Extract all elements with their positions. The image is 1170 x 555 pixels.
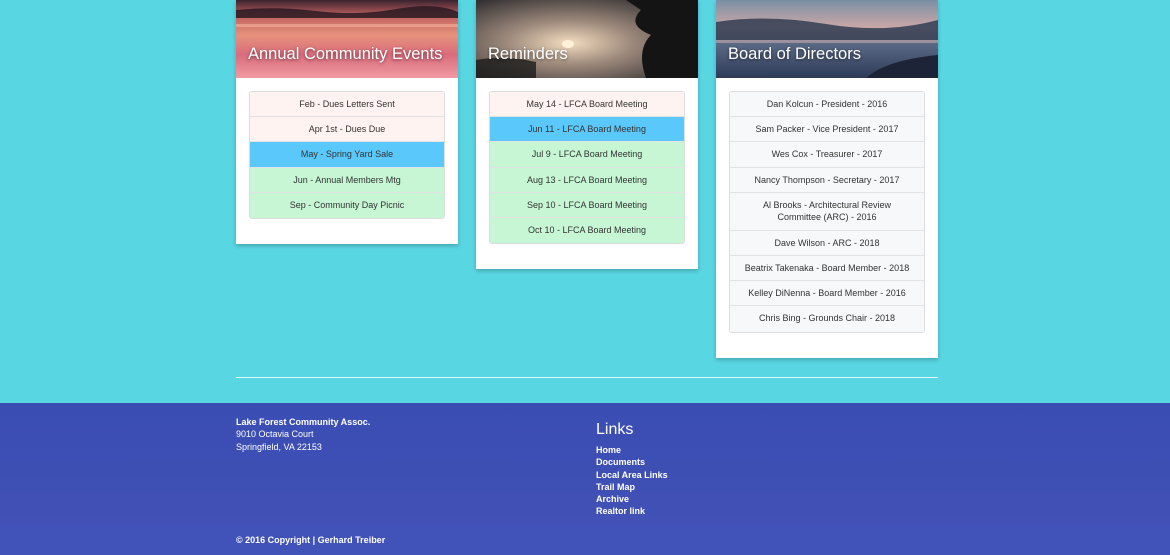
list-item: May 14 - LFCA Board Meeting [490, 92, 684, 118]
list-item: Sep - Community Day Picnic [250, 192, 444, 218]
footer-bottom-bar: © 2016 Copyright | Gerhard Treiber [0, 524, 1170, 555]
list-item: Aug 13 - LFCA Board Meeting [490, 167, 684, 193]
board-card: Board of Directors Dan Kolcun - Presiden… [716, 0, 938, 358]
list-item: Sep 10 - LFCA Board Meeting [490, 192, 684, 218]
sunset-image [236, 0, 458, 78]
link-home[interactable]: Home [596, 444, 668, 456]
reminders-card-body: May 14 - LFCA Board Meeting Jun 11 - LFC… [476, 78, 698, 269]
board-list: Dan Kolcun - President - 2016 Sam Packer… [729, 91, 925, 333]
events-card: Annual Community Events Feb - Dues Lette… [236, 0, 458, 244]
reminders-card-header: Reminders [476, 0, 698, 78]
foggy-trees-image [476, 0, 698, 78]
list-item: Al Brooks - Architectural Review Committ… [730, 192, 924, 231]
link-realtor[interactable]: Realtor link [596, 505, 668, 517]
list-item: Jul 9 - LFCA Board Meeting [490, 142, 684, 168]
link-documents[interactable]: Documents [596, 456, 668, 468]
events-list: Feb - Dues Letters Sent Apr 1st - Dues D… [249, 91, 445, 219]
address-line2: Springfield, VA 22153 [236, 441, 322, 452]
assoc-name: Lake Forest Community Assoc. [236, 417, 371, 427]
list-item: May - Spring Yard Sale [250, 142, 444, 168]
list-item: Beatrix Takenaka - Board Member - 2018 [730, 255, 924, 282]
list-item: Dave Wilson - ARC - 2018 [730, 230, 924, 256]
copyright-text: © 2016 Copyright | Gerhard Treiber [236, 535, 386, 545]
board-card-body: Dan Kolcun - President - 2016 Sam Packer… [716, 78, 938, 358]
cards-section: Annual Community Events Feb - Dues Lette… [0, 0, 1170, 403]
list-item: Dan Kolcun - President - 2016 [730, 92, 924, 118]
reminders-card: Reminders May 14 - LFCA Board Meeting Ju… [476, 0, 698, 270]
board-card-header: Board of Directors [716, 0, 938, 78]
list-item: Nancy Thompson - Secretary - 2017 [730, 167, 924, 193]
reminders-list: May 14 - LFCA Board Meeting Jun 11 - LFC… [489, 91, 685, 245]
list-item: Wes Cox - Treasurer - 2017 [730, 142, 924, 168]
list-item: Kelley DiNenna - Board Member - 2016 [730, 281, 924, 307]
board-card-title: Board of Directors [728, 45, 861, 63]
list-item: Feb - Dues Letters Sent [250, 92, 444, 118]
lake-image [716, 0, 938, 78]
address-line1: 9010 Octavia Court [236, 429, 314, 440]
section-divider [236, 377, 938, 378]
events-card-body: Feb - Dues Letters Sent Apr 1st - Dues D… [236, 78, 458, 244]
list-item: Chris Bing - Grounds Chair - 2018 [730, 306, 924, 332]
list-item: Jun 11 - LFCA Board Meeting [490, 117, 684, 143]
events-card-header: Annual Community Events [236, 0, 458, 78]
link-local-area-links[interactable]: Local Area Links [596, 469, 668, 481]
list-item: Sam Packer - Vice President - 2017 [730, 117, 924, 143]
links-title: Links [596, 421, 634, 438]
list-item: Jun - Annual Members Mtg [250, 167, 444, 193]
link-trail-map[interactable]: Trail Map [596, 481, 668, 493]
events-card-title: Annual Community Events [248, 45, 443, 63]
footer-links: Links Home Documents Local Area Links Tr… [596, 421, 668, 518]
footer: Lake Forest Community Assoc. 9010 Octavi… [0, 403, 1170, 555]
list-item: Oct 10 - LFCA Board Meeting [490, 217, 684, 244]
footer-address: Lake Forest Community Assoc. 9010 Octavi… [236, 416, 370, 453]
list-item: Apr 1st - Dues Due [250, 117, 444, 143]
reminders-card-title: Reminders [488, 45, 568, 63]
link-archive[interactable]: Archive [596, 493, 668, 505]
